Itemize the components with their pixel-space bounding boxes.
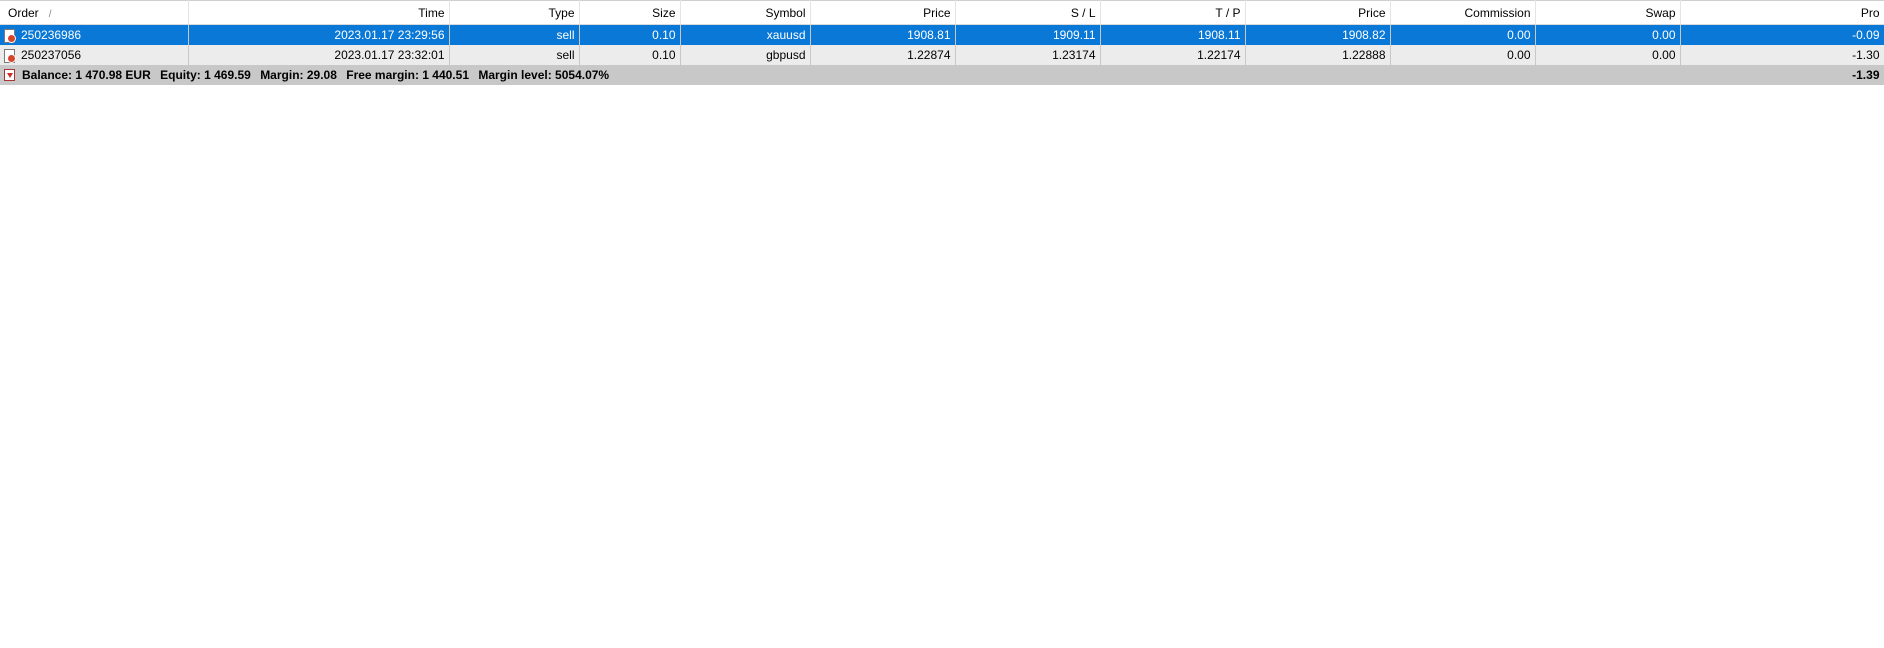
column-header-type[interactable]: Type [449,0,580,25]
order-swap: 0.00 [1535,44,1681,65]
column-header-profit[interactable]: Pro [1680,0,1884,25]
order-profit: -0.09 [1680,24,1884,45]
trade-table: Order / Time Type Size Symbol Price S / L… [0,0,1884,85]
table-header-row: Order / Time Type Size Symbol Price S / L… [0,0,1884,25]
equity-value: 1 469.59 [204,67,251,82]
balance-label: Balance: [22,67,73,82]
margin-value: 29.08 [306,67,337,82]
order-open-price: 1908.81 [810,24,956,45]
column-header-stop-loss[interactable]: S / L [955,0,1101,25]
account-summary-cell: Balance: 1 470.98 EUR Equity: 1 469.59 M… [0,64,1681,85]
column-header-take-profit[interactable]: T / P [1100,0,1246,25]
order-ticket: 250236986 [21,27,82,42]
order-stop-loss: 1909.11 [955,24,1101,45]
column-header-symbol[interactable]: Symbol [680,0,811,25]
column-header-open-price[interactable]: Price [810,0,956,25]
sell-order-document-icon [4,28,16,43]
sell-order-document-icon [4,48,16,63]
trade-terminal: Order / Time Type Size Symbol Price S / L… [0,0,1884,648]
margin-label: Margin: [260,67,304,82]
order-time: 2023.01.17 23:32:01 [188,44,450,65]
order-size: 0.10 [579,44,681,65]
order-ticket: 250237056 [21,47,82,62]
order-type: sell [449,24,580,45]
order-open-price: 1.22874 [810,44,956,65]
order-symbol: xauusd [680,24,811,45]
order-swap: 0.00 [1535,24,1681,45]
column-header-time[interactable]: Time [188,0,450,25]
column-header-order-label: Order [8,5,39,20]
balance-value: 1 470.98 EUR [75,67,151,82]
balance-down-arrow-icon [4,68,15,81]
equity-label: Equity: [160,67,201,82]
order-size: 0.10 [579,24,681,45]
order-ticket-cell: 250237056 [0,44,189,65]
order-commission: 0.00 [1390,24,1536,45]
column-header-commission[interactable]: Commission [1390,0,1536,25]
column-header-order[interactable]: Order / [0,0,189,25]
free-margin-label: Free margin: [346,67,419,82]
order-take-profit: 1.22174 [1100,44,1246,65]
margin-level-label: Margin level: [478,67,552,82]
account-summary-row[interactable]: Balance: 1 470.98 EUR Equity: 1 469.59 M… [0,64,1884,85]
order-current-price: 1908.82 [1245,24,1391,45]
order-profit: -1.30 [1680,44,1884,65]
order-stop-loss: 1.23174 [955,44,1101,65]
order-time: 2023.01.17 23:29:56 [188,24,450,45]
order-row[interactable]: 250237056 2023.01.17 23:32:01 sell 0.10 … [0,44,1884,65]
order-symbol: gbpusd [680,44,811,65]
sort-indicator-icon: / [48,8,52,20]
free-margin-value: 1 440.51 [422,67,469,82]
margin-level-value: 5054.07% [555,67,610,82]
order-current-price: 1.22888 [1245,44,1391,65]
order-type: sell [449,44,580,65]
column-header-swap[interactable]: Swap [1535,0,1681,25]
order-row[interactable]: 250236986 2023.01.17 23:29:56 sell 0.10 … [0,24,1884,45]
total-profit: -1.39 [1680,64,1884,85]
order-take-profit: 1908.11 [1100,24,1246,45]
column-header-size[interactable]: Size [579,0,681,25]
order-commission: 0.00 [1390,44,1536,65]
order-ticket-cell: 250236986 [0,24,189,45]
column-header-current-price[interactable]: Price [1245,0,1391,25]
